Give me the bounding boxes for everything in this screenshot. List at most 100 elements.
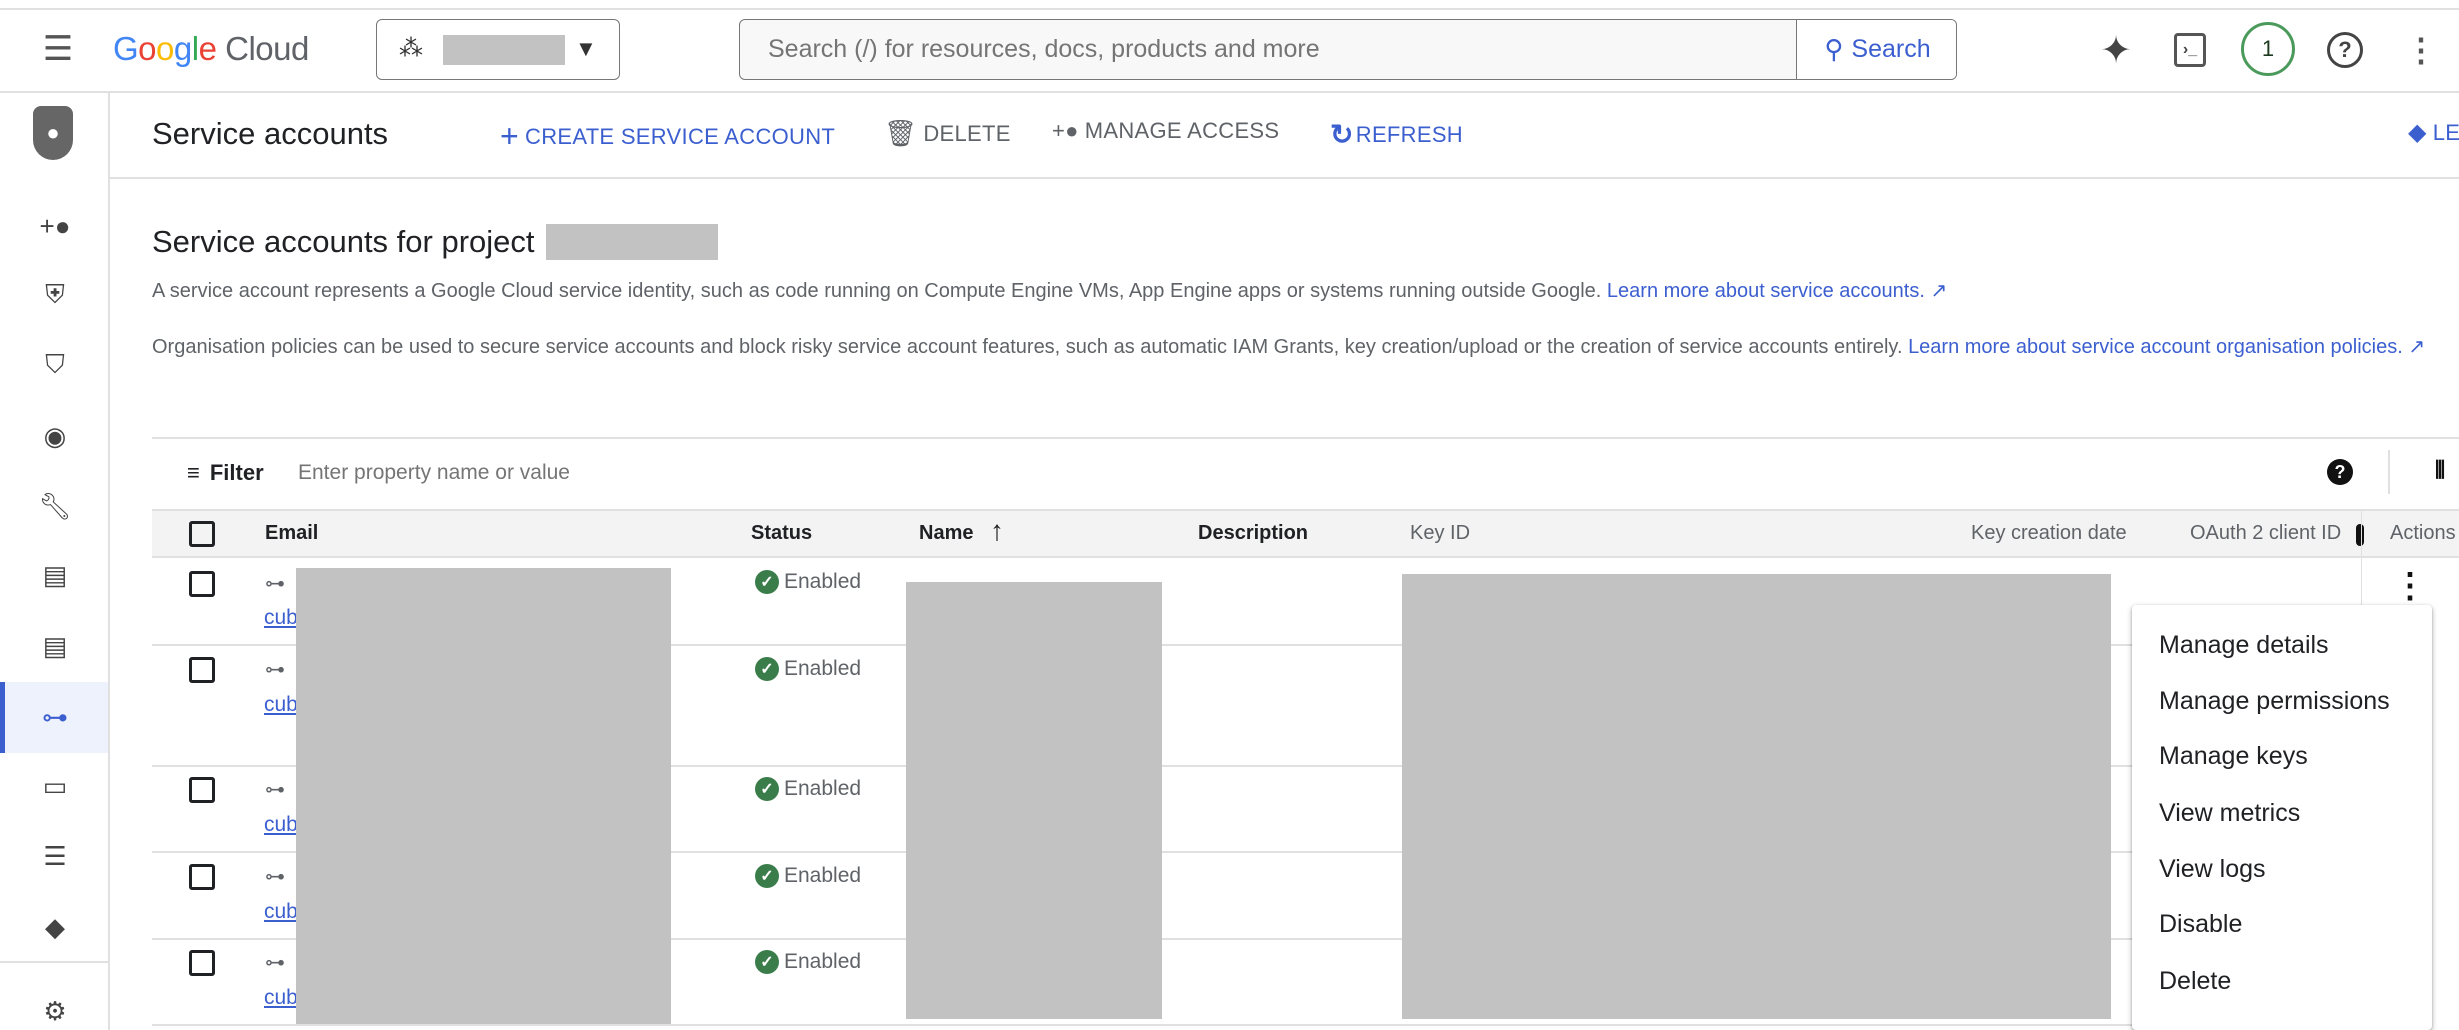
row-checkbox[interactable] <box>189 571 215 597</box>
email-link[interactable]: cub <box>264 606 298 630</box>
email-link[interactable]: cub <box>264 813 298 837</box>
row-checkbox[interactable] <box>189 777 215 803</box>
menu-item-manage-details[interactable]: Manage details <box>2159 631 2329 660</box>
check-circle-icon: ✓ <box>755 777 779 801</box>
folder-settings-icon: ⚙ <box>43 995 67 1026</box>
check-circle-icon: ✓ <box>755 657 779 681</box>
project-id-redacted <box>546 224 718 260</box>
column-header-status[interactable]: Status <box>751 522 812 545</box>
menu-item-manage-keys[interactable]: Manage keys <box>2159 742 2308 771</box>
iam-shield-logo-icon: ● <box>33 106 73 160</box>
delete-button[interactable]: 🗑︎ DELETE <box>884 118 1011 149</box>
refresh-button[interactable]: ↻ REFRESH <box>1330 118 1463 151</box>
menu-item-view-logs[interactable]: View logs <box>2159 855 2266 884</box>
check-circle-icon: ✓ <box>755 570 779 594</box>
sidebar-item-service-accounts[interactable]: ⊶ <box>0 682 108 753</box>
row-checkbox[interactable] <box>189 864 215 890</box>
create-service-account-button[interactable]: + CREATE SERVICE ACCOUNT <box>500 118 835 155</box>
section-heading: Service accounts for project <box>152 224 535 259</box>
sidebar-item-id-card[interactable]: ▭ <box>38 769 72 803</box>
description-paragraph-2: Organisation policies can be used to sec… <box>152 336 2426 358</box>
person-add-icon: +● <box>1052 118 1079 143</box>
sidebar-item-list[interactable]: ☰ <box>38 839 72 873</box>
email-link[interactable]: cub <box>264 986 298 1010</box>
hamburger-menu-icon[interactable]: ☰ <box>38 30 78 68</box>
cloud-shell-terminal-icon[interactable]: ›_ <box>2174 33 2206 67</box>
search-button[interactable]: ⚲ Search <box>1796 20 1956 79</box>
description-paragraph-1: A service account represents a Google Cl… <box>152 280 1948 302</box>
filter-help-icon[interactable]: ? <box>2327 459 2353 485</box>
column-header-key-creation-date[interactable]: Key creation date <box>1971 522 2127 545</box>
sidebar-item-tag[interactable]: ◆ <box>38 910 72 944</box>
row-checkbox[interactable] <box>189 950 215 976</box>
column-display-options-icon[interactable]: ⦀ <box>2428 457 2452 484</box>
email-link[interactable]: cub <box>264 900 298 924</box>
document-search-icon: ▤ <box>42 559 68 590</box>
sidebar-item-shield-person[interactable]: ⛉ <box>38 348 72 382</box>
refresh-icon: ↻ <box>1330 119 1354 150</box>
column-header-oauth-client-id[interactable]: OAuth 2 client ID <box>2190 522 2341 545</box>
column-resize-handle[interactable] <box>2356 524 2364 546</box>
project-icon: ⁂ <box>399 35 423 62</box>
dropdown-arrow-icon: ▼ <box>575 36 597 61</box>
wrench-icon: 🔧︎ <box>38 490 72 521</box>
check-circle-icon: ✓ <box>755 864 779 888</box>
learn-more-service-accounts-link[interactable]: Learn more about service accounts. <box>1607 280 1925 302</box>
menu-item-view-metrics[interactable]: View metrics <box>2159 799 2300 828</box>
column-header-key-id[interactable]: Key ID <box>1410 522 1470 545</box>
active-indicator <box>0 682 5 753</box>
notifications-badge[interactable]: 1 <box>2241 22 2295 76</box>
service-account-key-icon: ⊶ <box>265 866 285 888</box>
menu-item-delete[interactable]: Delete <box>2159 967 2231 996</box>
learn-more-org-policies-link-cont[interactable]: policies. <box>2331 336 2403 358</box>
external-link-icon: ↗ <box>1930 280 1948 302</box>
sidebar-item-shield-key[interactable]: ⛨ <box>38 278 72 312</box>
row-actions-kebab-icon[interactable]: ⋮ <box>2393 566 2427 606</box>
learn-more-org-policies-link[interactable]: Learn more about service account organis… <box>1908 336 2325 358</box>
service-account-key-icon: ⊶ <box>265 659 285 681</box>
check-circle-icon: ✓ <box>755 950 779 974</box>
service-account-key-icon: ⊶ <box>42 701 68 732</box>
email-link[interactable]: cub <box>264 693 298 717</box>
manage-access-button[interactable]: +● MANAGE ACCESS <box>1052 118 1279 144</box>
filter-button[interactable]: ≡ Filter <box>187 460 264 486</box>
shield-person-icon: ⛉ <box>45 349 65 379</box>
sort-ascending-icon[interactable]: ↑ <box>990 515 1004 547</box>
menu-item-manage-permissions[interactable]: Manage permissions <box>2159 687 2390 716</box>
id-card-icon: ▭ <box>42 770 68 801</box>
sidebar-item-folder-settings[interactable]: ⚙ <box>38 994 72 1028</box>
sidebar-item-person-add[interactable]: +● <box>38 209 72 243</box>
more-options-icon[interactable]: ⋮ <box>2405 30 2437 70</box>
column-header-description[interactable]: Description <box>1198 522 1308 545</box>
toolbar-divider <box>110 177 2459 179</box>
row-checkbox[interactable] <box>189 657 215 683</box>
project-selector[interactable]: ⁂ ▼ <box>376 19 620 80</box>
page-title: Service accounts <box>152 116 389 151</box>
column-header-actions: Actions <box>2390 522 2456 544</box>
filter-input[interactable] <box>298 455 1898 491</box>
plus-icon: + <box>500 118 519 154</box>
learn-button[interactable]: ◆ LE <box>2408 118 2459 147</box>
status-badge: ✓ Enabled <box>755 570 861 594</box>
external-link-icon: ↗ <box>2408 336 2426 358</box>
column-header-name[interactable]: Name <box>919 522 973 545</box>
sidebar-divider <box>108 92 110 1030</box>
search-bar[interactable]: ⚲Search <box>739 19 1957 80</box>
column-header-email[interactable]: Email <box>265 522 318 545</box>
sidebar-item-account[interactable]: ◉ <box>38 419 72 453</box>
menu-item-disable[interactable]: Disable <box>2159 910 2242 939</box>
gemini-sparkle-icon[interactable]: ✦ <box>2096 30 2136 72</box>
help-icon[interactable]: ? <box>2327 32 2363 68</box>
search-input[interactable] <box>740 20 1796 79</box>
header-divider <box>0 91 2459 93</box>
sidebar-item-document-search[interactable]: ▤ <box>38 558 72 592</box>
service-account-key-icon: ⊶ <box>265 573 285 595</box>
search-icon: ⚲ <box>1824 34 1844 64</box>
select-all-checkbox[interactable] <box>189 521 215 547</box>
google-cloud-logo[interactable]: Google Cloud <box>113 30 309 68</box>
tag-icon: ◆ <box>45 911 65 942</box>
sidebar-item-notes[interactable]: ▤ <box>38 629 72 663</box>
name-column-redacted <box>906 582 1162 1019</box>
sidebar-item-wrench[interactable]: 🔧︎ <box>38 489 72 523</box>
row-divider <box>152 1024 2361 1026</box>
